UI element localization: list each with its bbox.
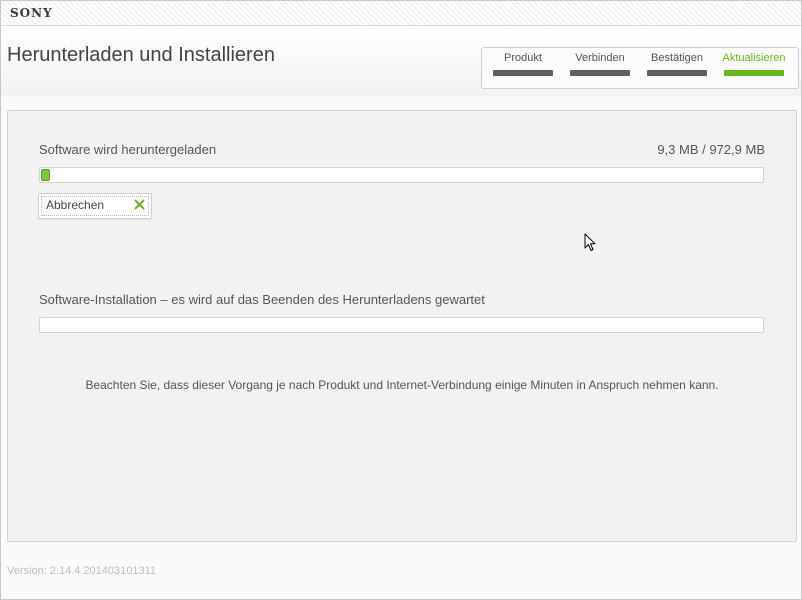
header: Herunterladen und Installieren Produkt V…	[1, 26, 801, 96]
main-panel: Software wird heruntergeladen 9,3 MB / 9…	[7, 110, 797, 542]
download-size: 9,3 MB / 972,9 MB	[657, 142, 765, 157]
info-note: Beachten Sie, dass dieser Vorgang je nac…	[85, 378, 719, 392]
install-label: Software-Installation – es wird auf das …	[39, 292, 485, 307]
step-label: Aktualisieren	[722, 52, 786, 64]
step-bestaetigen: Bestätigen	[645, 52, 709, 76]
step-verbinden: Verbinden	[568, 52, 632, 76]
step-label: Bestätigen	[651, 52, 703, 64]
download-progress-fill	[41, 169, 50, 181]
download-progress-bar	[39, 167, 764, 183]
cancel-button[interactable]: Abbrechen	[38, 193, 152, 219]
page-title: Herunterladen und Installieren	[7, 44, 275, 66]
download-label: Software wird heruntergeladen	[39, 142, 217, 157]
step-label: Produkt	[504, 52, 542, 64]
mouse-cursor-icon	[584, 233, 596, 251]
cancel-label: Abbrechen	[46, 198, 105, 212]
step-produkt: Produkt	[491, 52, 555, 76]
step-indicator: Produkt Verbinden Bestätigen Aktualisier…	[481, 47, 799, 89]
version-label: Version: 2.14.4.201403101311	[7, 565, 157, 577]
updater-window: SONY Herunterladen und Installieren Prod…	[0, 0, 802, 600]
step-aktualisieren: Aktualisieren	[722, 52, 786, 76]
step-bar	[570, 70, 630, 76]
step-label: Verbinden	[575, 52, 625, 64]
step-bar	[493, 70, 553, 76]
top-bar: SONY	[1, 1, 801, 26]
install-progress-bar	[39, 317, 764, 333]
step-bar	[724, 70, 784, 76]
sony-logo: SONY	[10, 6, 53, 20]
close-icon	[134, 199, 145, 210]
step-bar	[647, 70, 707, 76]
